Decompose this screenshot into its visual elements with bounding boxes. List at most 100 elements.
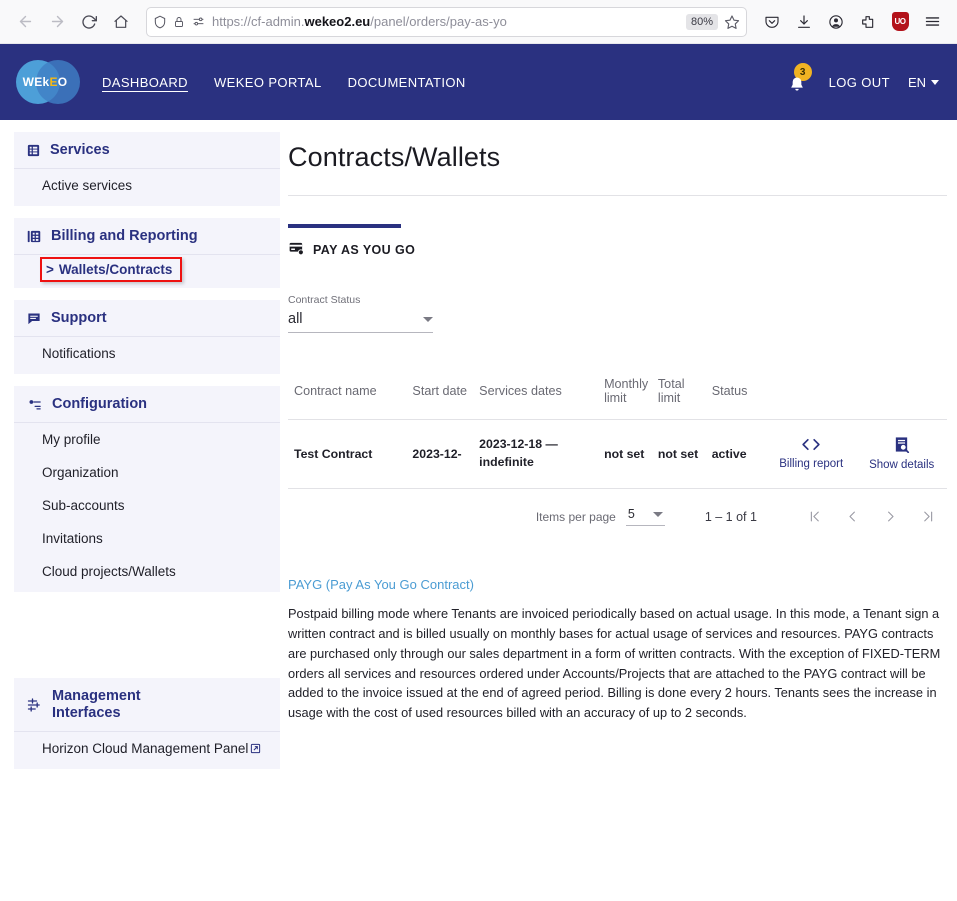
extension-icon[interactable] xyxy=(853,7,883,37)
language-selector[interactable]: EN xyxy=(908,75,939,90)
sidebar-group-configuration: Configuration My profile Organization Su… xyxy=(14,386,280,592)
cell-status: active xyxy=(705,419,766,489)
sidebar-heading-support: Support xyxy=(14,300,280,337)
show-details-button[interactable]: Show details xyxy=(862,436,941,471)
sidebar-group-support: Support Notifications xyxy=(14,300,280,374)
sidebar-item-cloud-projects-wallets[interactable]: Cloud projects/Wallets xyxy=(14,555,280,588)
pocket-icon[interactable] xyxy=(757,7,787,37)
management-interfaces-icon xyxy=(26,697,43,713)
zoom-level-badge[interactable]: 80% xyxy=(685,13,718,30)
sidebar-item-label: Wallets/Contracts xyxy=(58,262,173,277)
previous-page-button[interactable] xyxy=(839,503,867,531)
external-link-icon xyxy=(250,743,261,754)
contracts-table: Contract name Start date Services dates … xyxy=(288,367,947,489)
table-header: Contract name Start date Services dates … xyxy=(288,367,947,420)
items-per-page-value: 5 xyxy=(627,507,635,522)
credit-card-icon xyxy=(289,242,304,258)
sidebar-item-my-profile[interactable]: My profile xyxy=(14,423,280,456)
tab-label-wrapper: PAY AS YOU GO xyxy=(288,228,417,258)
sidebar-item-label: Horizon Cloud Management Panel xyxy=(42,741,249,757)
title-divider xyxy=(288,195,947,196)
forward-button[interactable] xyxy=(42,7,72,37)
sidebar-heading-services: Services xyxy=(14,132,280,169)
column-header-total-limit: Total limit xyxy=(651,367,706,420)
column-header-start-date: Start date xyxy=(406,367,474,420)
cell-total-limit: not set xyxy=(651,419,706,489)
bell-icon xyxy=(790,77,803,91)
sidebar-item-active-services[interactable]: Active services xyxy=(14,169,280,202)
document-search-icon xyxy=(893,436,910,456)
nav-item-wekeo-portal[interactable]: WEKEO PORTAL xyxy=(214,75,322,90)
pagination-buttons xyxy=(801,503,943,531)
uo-badge-label: UO xyxy=(891,12,909,31)
payg-info-title: PAYG (Pay As You Go Contract) xyxy=(288,576,474,592)
sidebar-highlight-row: > Wallets/Contracts xyxy=(14,255,280,284)
address-bar[interactable]: https://cf-admin.wekeo2.eu/panel/orders/… xyxy=(146,6,747,37)
billing-report-label: Billing report xyxy=(779,458,844,471)
cell-billing-report-action[interactable]: Billing report xyxy=(766,419,857,489)
sidebar-heading-label: Configuration xyxy=(52,396,148,412)
page-body: Services Active services Billing and Rep… xyxy=(0,120,957,901)
items-per-page-select[interactable]: 5 xyxy=(625,507,665,527)
payg-info-block: PAYG (Pay As You Go Contract) Postpaid b… xyxy=(288,577,947,724)
support-icon xyxy=(26,311,42,326)
tab-pay-as-you-go[interactable]: PAY AS YOU GO xyxy=(288,224,417,258)
sidebar-item-horizon-cloud-management-panel[interactable]: Horizon Cloud Management Panel xyxy=(14,732,280,765)
sidebar-group-billing: Billing and Reporting > Wallets/Contract… xyxy=(14,218,280,288)
browser-tool-icons: UO xyxy=(757,7,947,37)
star-icon[interactable] xyxy=(724,14,740,30)
contract-status-label: Contract Status xyxy=(288,294,361,306)
home-button[interactable] xyxy=(106,7,136,37)
cell-show-details-action[interactable]: Show details xyxy=(856,419,947,489)
cell-start-date: 2023-12- xyxy=(406,419,474,489)
uo-extension-icon[interactable]: UO xyxy=(885,7,915,37)
contract-status-value: all xyxy=(288,311,303,327)
column-header-action-2 xyxy=(856,367,947,420)
paginator: Items per page 5 1 – 1 of 1 xyxy=(288,489,947,531)
last-page-button[interactable] xyxy=(915,503,943,531)
billing-report-button[interactable]: Billing report xyxy=(772,437,850,470)
sidebar-item-sub-accounts[interactable]: Sub-accounts xyxy=(14,489,280,522)
payg-info-body: Postpaid billing mode where Tenants are … xyxy=(288,605,941,721)
chevron-right-icon: > xyxy=(46,262,54,277)
first-page-button[interactable] xyxy=(801,503,829,531)
column-header-action-1 xyxy=(766,367,857,420)
sidebar-group-management-interfaces: Management Interfaces Horizon Cloud Mana… xyxy=(14,678,280,770)
code-brackets-icon xyxy=(800,437,822,455)
sidebar-item-invitations[interactable]: Invitations xyxy=(14,522,280,555)
nav-item-documentation[interactable]: DOCUMENTATION xyxy=(348,75,466,90)
items-per-page-label: Items per page xyxy=(535,509,616,524)
contract-status-filter[interactable]: Contract Status all xyxy=(288,294,433,333)
back-button[interactable] xyxy=(10,7,40,37)
wekeo-logo[interactable]: WEkEO xyxy=(14,51,80,113)
column-header-monthly-limit: Monthly limit xyxy=(598,367,652,420)
permissions-icon[interactable] xyxy=(191,15,206,28)
download-icon[interactable] xyxy=(789,7,819,37)
chevron-down-icon xyxy=(423,316,433,322)
app-header: WEkEO DASHBOARD WEKEO PORTAL DOCUMENTATI… xyxy=(0,44,957,120)
services-icon xyxy=(26,143,41,158)
contract-status-select[interactable]: all xyxy=(288,311,433,333)
main-navigation: DASHBOARD WEKEO PORTAL DOCUMENTATION xyxy=(102,75,466,90)
column-header-services-dates: Services dates xyxy=(473,367,599,420)
tab-label: PAY AS YOU GO xyxy=(313,243,416,257)
sidebar-item-wallets-contracts[interactable]: > Wallets/Contracts xyxy=(40,257,183,282)
chevron-down-icon xyxy=(931,79,939,85)
hamburger-menu-icon[interactable] xyxy=(917,7,947,37)
logo-text: WEkEO xyxy=(14,75,76,89)
tab-bar: PAY AS YOU GO xyxy=(288,224,947,258)
sidebar-item-notifications[interactable]: Notifications xyxy=(14,337,280,370)
nav-item-dashboard[interactable]: DASHBOARD xyxy=(102,75,188,90)
sidebar-item-organization[interactable]: Organization xyxy=(14,456,280,489)
sidebar-heading-configuration: Configuration xyxy=(14,386,280,423)
notifications-button[interactable]: 3 xyxy=(785,63,812,97)
account-icon[interactable] xyxy=(821,7,851,37)
browser-toolbar: https://cf-admin.wekeo2.eu/panel/orders/… xyxy=(0,0,957,44)
sidebar-heading-management-interfaces: Management Interfaces xyxy=(14,678,280,733)
reload-button[interactable] xyxy=(74,7,104,37)
logo-text-part1: WEk xyxy=(22,75,50,89)
next-page-button[interactable] xyxy=(877,503,905,531)
language-label: EN xyxy=(907,74,926,90)
logout-button[interactable]: LOG OUT xyxy=(829,75,890,90)
url-text: https://cf-admin.wekeo2.eu/panel/orders/… xyxy=(212,14,680,29)
